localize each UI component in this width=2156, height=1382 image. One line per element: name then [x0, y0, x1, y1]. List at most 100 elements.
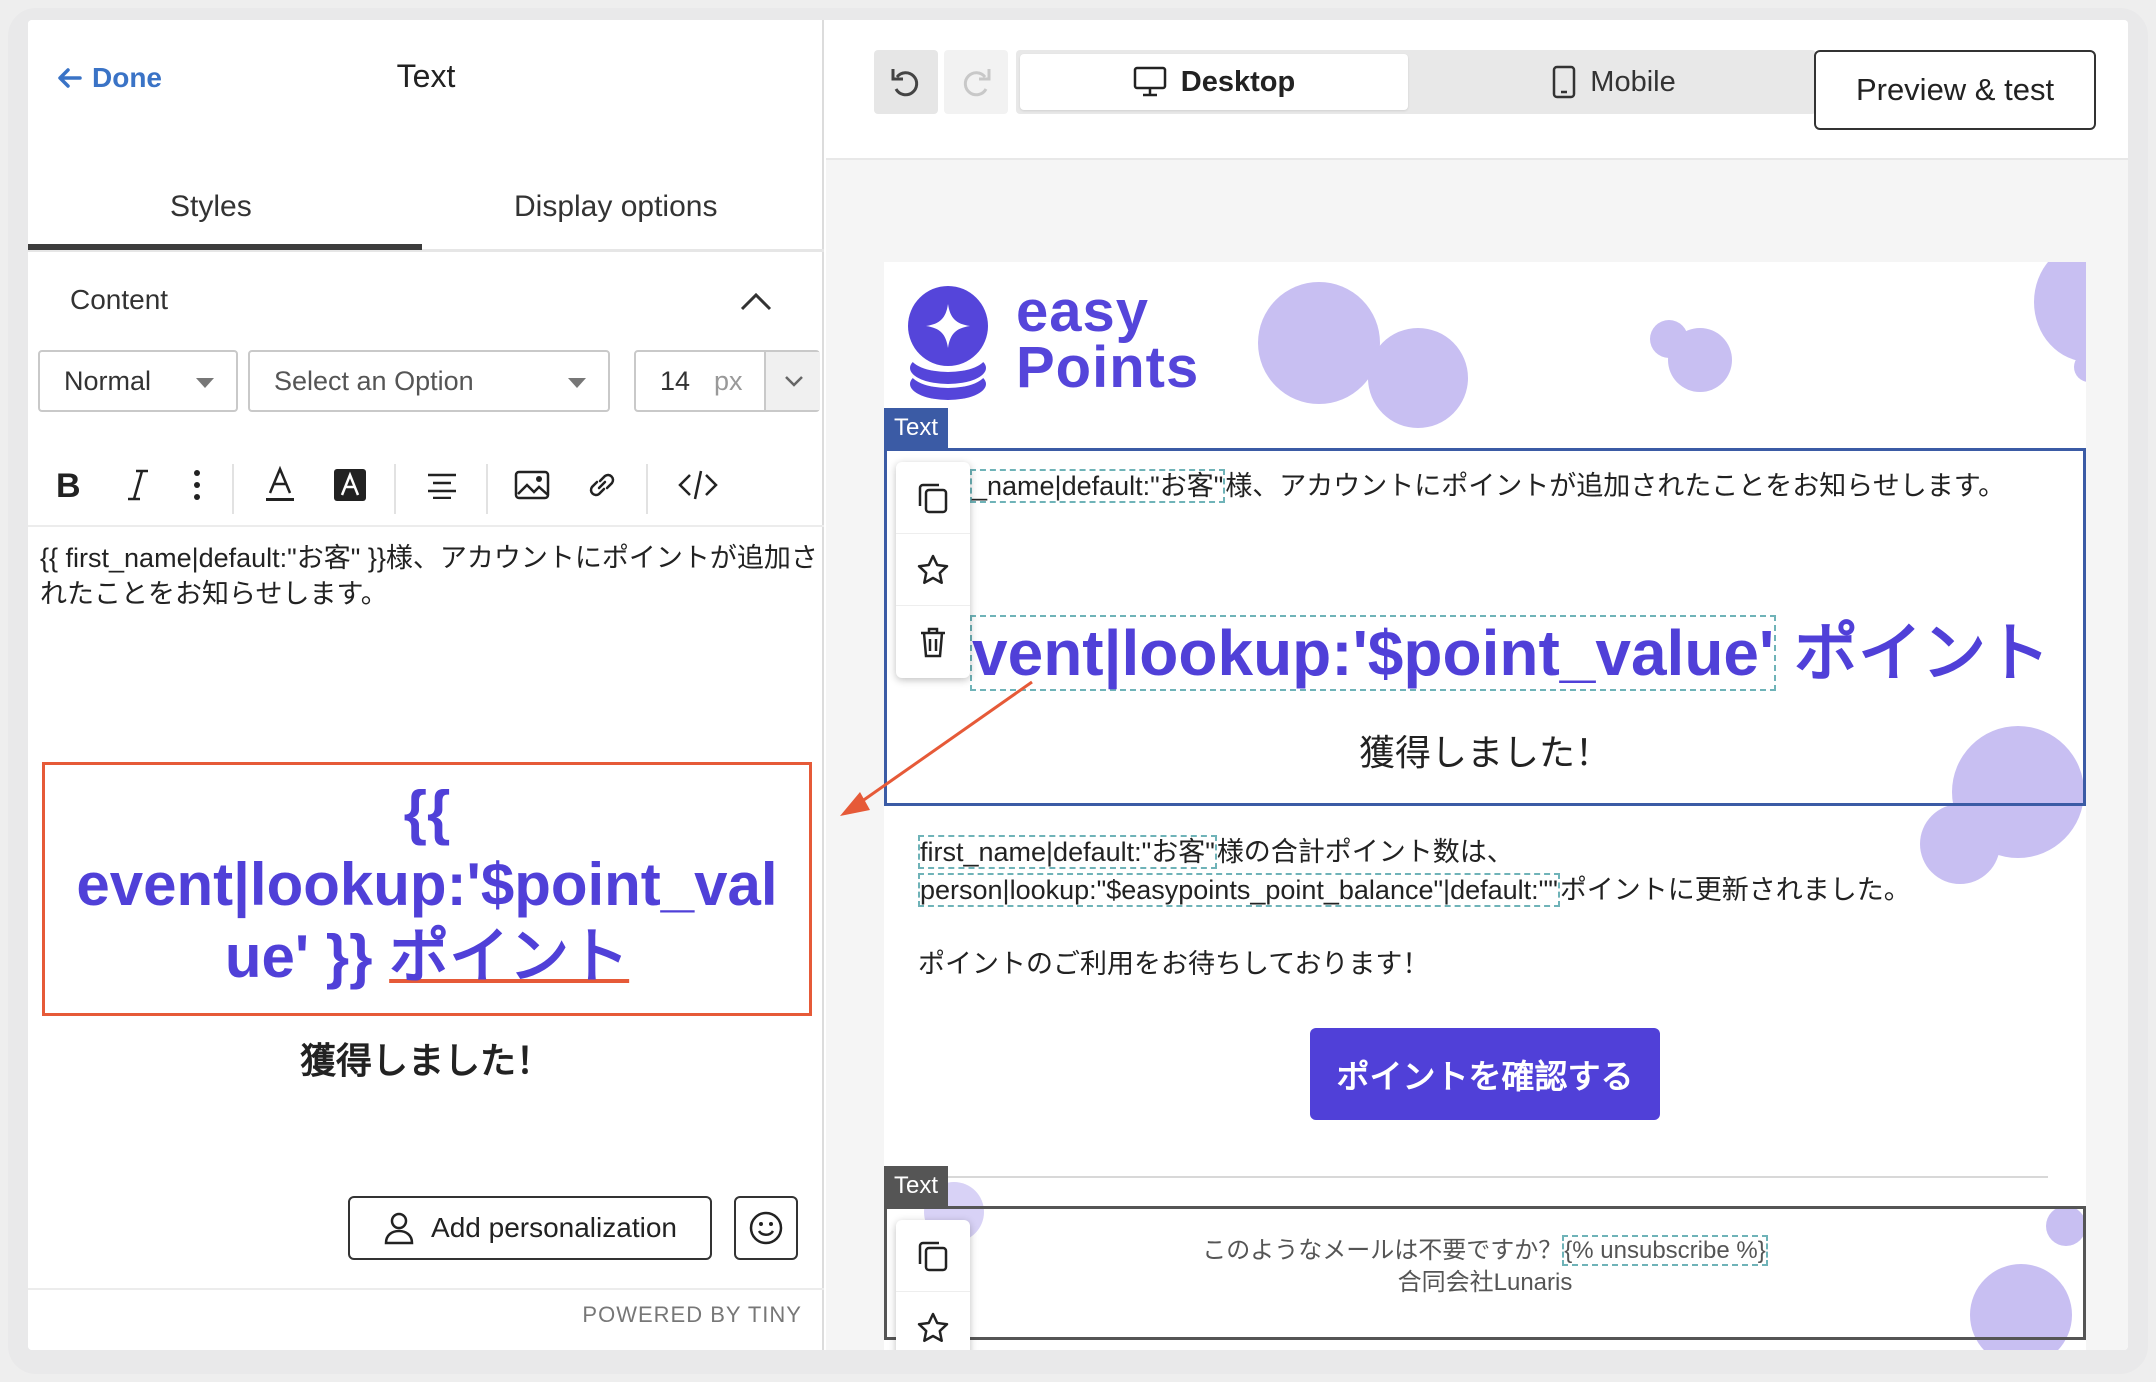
delete-block-button[interactable]: [896, 606, 970, 678]
copy-icon: [918, 1241, 948, 1271]
email-canvas: easy Points Text _name|default:"お客"様、アカウ…: [884, 262, 2086, 1350]
block-format-select[interactable]: Normal: [38, 350, 238, 412]
insert-image-button[interactable]: [502, 450, 562, 520]
bold-icon: B: [56, 467, 81, 503]
undo-button[interactable]: [874, 50, 938, 114]
preview-test-button[interactable]: Preview & test: [1814, 50, 2096, 130]
font-family-select[interactable]: Select an Option: [248, 350, 610, 412]
bold-button[interactable]: B: [38, 450, 98, 520]
code-icon: [678, 470, 718, 500]
user-icon: [384, 1212, 414, 1245]
editor-points-heading[interactable]: {{ event|lookup:'$point_val ue' }} ポイント: [45, 777, 809, 993]
greeting-text: 様、アカウントにポイントが追加されたことをお知らせします。: [1225, 471, 2006, 501]
smiley-icon: [749, 1211, 783, 1245]
company-name: 合同会社Lunaris: [1397, 1269, 1573, 1296]
align-center-icon: [428, 473, 456, 499]
editor-points-line: event|lookup:'$point_val: [76, 851, 778, 918]
block-type-tag: Text: [884, 1166, 949, 1206]
decor-circle: [2034, 262, 2086, 362]
points-heading: vent|lookup:'$point_value' ポイント: [970, 602, 2050, 694]
block-actions-toolbar: [896, 462, 970, 678]
star-icon: [917, 1312, 949, 1343]
phone-icon: [1553, 65, 1576, 99]
more-vertical-icon: [194, 470, 200, 500]
decor-circle: [1258, 282, 1380, 404]
email-divider: [908, 1176, 2048, 1178]
add-personalization-button[interactable]: Add personalization: [348, 1196, 712, 1260]
decor-circle: [1920, 804, 2000, 884]
personalization-token: first_name|default:"お客": [918, 835, 1217, 869]
desktop-label: Desktop: [1180, 65, 1296, 98]
redo-button[interactable]: [944, 50, 1008, 114]
star-icon: [917, 554, 949, 584]
favorite-block-button[interactable]: [896, 1292, 970, 1350]
text-color-button[interactable]: [250, 450, 310, 520]
check-points-button[interactable]: ポイントを確認する: [1310, 1028, 1660, 1120]
greeting-line: _name|default:"お客"様、アカウントにポイントが追加されたことをお…: [970, 464, 2005, 503]
panel-title: Text: [396, 58, 456, 94]
mobile-view-button[interactable]: Mobile: [1416, 54, 1812, 110]
decor-circle: [1668, 328, 1732, 392]
emoji-button[interactable]: [734, 1196, 798, 1260]
font-size-unit: px: [714, 365, 743, 396]
font-size-field[interactable]: 14 px: [634, 350, 820, 412]
balance-token: person|lookup:"$easypoints_point_balance…: [918, 873, 1560, 907]
copy-icon: [918, 483, 948, 513]
powered-by-tiny[interactable]: POWERED BY TINY: [582, 1302, 802, 1328]
editor-text-line[interactable]: {{ first_name|default:"お客" }}様、アカウントにポイン…: [40, 540, 820, 612]
toolbar-divider: [646, 464, 648, 514]
logo-line: easy: [1016, 279, 1150, 344]
editor-points-line: ue' }}: [224, 923, 373, 990]
image-icon: [514, 470, 550, 500]
email-editor-app: Done Text Styles Display options Content…: [28, 20, 2128, 1350]
mobile-label: Mobile: [1590, 65, 1676, 98]
more-button[interactable]: [172, 450, 222, 520]
logo-line: Points: [1016, 335, 1200, 400]
toolbar-divider: [28, 525, 824, 527]
font-size-value: 14: [660, 365, 691, 396]
insert-link-button[interactable]: [572, 450, 632, 520]
editor-earned-text[interactable]: 獲得しました！: [28, 1032, 824, 1084]
toolbar-divider: [394, 464, 396, 514]
source-code-button[interactable]: [668, 450, 728, 520]
content-section-title: Content: [70, 284, 169, 315]
points-token: vent|lookup:'$point_value': [970, 615, 1777, 691]
block-format-value: Normal: [64, 365, 152, 396]
align-button[interactable]: [412, 450, 472, 520]
svg-text:B: B: [56, 467, 81, 503]
panel-tabs: Styles Display options: [28, 160, 824, 252]
editor-points-line: {{: [403, 779, 451, 846]
undo-icon: [891, 69, 919, 97]
easy-points-logo-text: easy Points: [1016, 279, 1200, 400]
italic-button[interactable]: [108, 450, 168, 520]
decor-circle: [1368, 328, 1468, 428]
italic-icon: [128, 469, 148, 501]
desktop-view-button[interactable]: Desktop: [1020, 54, 1408, 110]
easy-points-logo-icon: [908, 286, 988, 400]
text-color-icon: [266, 465, 294, 501]
chevron-down-icon: [785, 376, 803, 387]
tab-display-options[interactable]: Display options: [514, 190, 717, 224]
link-icon: [589, 473, 615, 497]
total-points-line: first_name|default:"お客"様の合計ポイント数は、: [918, 830, 1514, 869]
chevron-up-icon[interactable]: [736, 282, 776, 322]
font-size-dropdown[interactable]: [764, 352, 820, 410]
block-actions-toolbar: [896, 1220, 970, 1350]
toolbar-divider: [486, 464, 488, 514]
footer-divider: [28, 1288, 824, 1290]
device-toggle: Desktop Mobile: [1016, 50, 1816, 114]
highlight-color-button[interactable]: [320, 450, 380, 520]
favorite-block-button[interactable]: [896, 534, 970, 606]
duplicate-block-button[interactable]: [896, 1220, 970, 1292]
duplicate-block-button[interactable]: [896, 462, 970, 534]
editor-toolbar: B: [28, 450, 824, 520]
preview-toolbar: Desktop Mobile Preview & test: [826, 20, 2128, 160]
total-points-text: 様の合計ポイント数は、: [1216, 837, 1514, 867]
email-preview-area: Desktop Mobile Preview & test easy Point…: [826, 20, 2128, 1350]
monitor-icon: [1133, 66, 1167, 97]
caret-down-icon: [196, 378, 214, 388]
block-type-tag: Text: [884, 408, 949, 448]
add-personalization-label: Add personalization: [431, 1212, 677, 1243]
highlight-color-icon: [334, 469, 366, 501]
tab-styles[interactable]: Styles: [170, 190, 252, 224]
